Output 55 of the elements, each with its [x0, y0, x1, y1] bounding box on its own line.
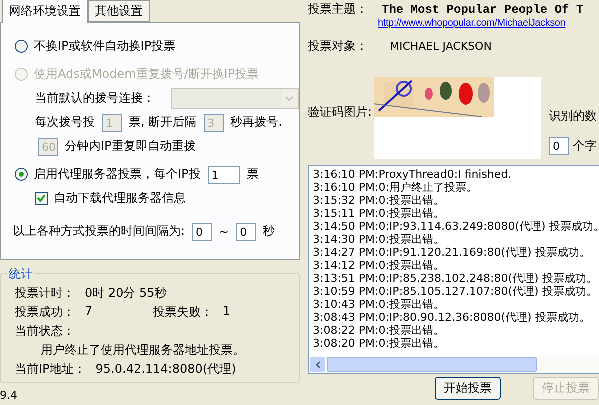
- version-text: 9.4: [0, 389, 18, 402]
- vote-button[interactable]: 开始投票: [435, 377, 501, 400]
- log-entry: 3:16:10 PM:ProxyThread0:I finished.: [313, 168, 513, 181]
- label: 以上各种方式投票的时间间隔为:: [13, 223, 186, 240]
- recognized-label: 识别的数: [549, 108, 598, 125]
- tab[interactable]: 其他设置: [88, 0, 150, 22]
- stat-label: 投票失败：: [153, 304, 213, 321]
- captcha-label: 验证码图片:: [308, 104, 372, 121]
- log-entry: 3:15:32 PM:0:投票出错。: [313, 194, 446, 207]
- log-entry: 3:14:30 PM:0:投票出错。: [313, 233, 446, 246]
- log-entry: 3:08:43 PM:0:IP:80.90.12.36:8080(代理) 投票成功。: [313, 311, 592, 324]
- log-entry: 3:14:50 PM:0:IP:93.114.63.249:8080(代理) 投票成功。: [313, 220, 599, 233]
- label: 票, 断开后隔: [129, 114, 197, 131]
- log-entry: 3:13:51 PM:0:IP:85.238.102.248:80(代理) 投票成功。: [313, 272, 598, 285]
- log-entry: 3:15:11 PM:0:投票出错。: [313, 207, 446, 220]
- label: 每次拨号投: [35, 114, 95, 131]
- label: 秒再拨号.: [230, 114, 282, 131]
- log-entry: 3:14:27 PM:0:IP:91.120.21.169:80(代理) 投票成功。: [313, 246, 592, 259]
- stat-value: 7: [85, 304, 93, 320]
- log-entry: 3:16:10 PM:0:用户终止了投票。: [313, 181, 478, 194]
- target-label: 投票对象：: [308, 38, 368, 55]
- radio-button[interactable]: 启用代理服务器投票，每个IP投: [15, 166, 201, 183]
- topic-label: 投票主题：: [308, 1, 368, 18]
- tab[interactable]: 网络环境设置: [2, 0, 88, 23]
- stat-label: 投票计时：: [15, 285, 75, 302]
- scrollbar[interactable]: [309, 356, 599, 373]
- target-name: MICHAEL JACKSON: [390, 40, 492, 53]
- label: 当前默认的拨号连接：: [35, 90, 155, 107]
- stat-value: 1: [223, 304, 231, 320]
- topic-title: The Most Popular People Of T: [382, 2, 584, 16]
- log-entry: 3:08:20 PM:0:投票出错。: [313, 337, 446, 350]
- label: 秒: [263, 223, 276, 240]
- count-label: 个字: [573, 138, 598, 154]
- log-entry: 3:10:43 PM:0:投票出错。: [313, 298, 446, 311]
- input-field[interactable]: 0: [236, 222, 256, 240]
- stat-label: 投票成功：: [15, 304, 75, 321]
- scroll-left-icon[interactable]: [310, 357, 325, 372]
- stat-value: 95.0.42.114:8080(代理): [96, 361, 236, 378]
- label: 分钟内IP重复即自动重拨: [65, 138, 196, 155]
- check-icon: [37, 194, 46, 203]
- stat-label: 当前状态：: [15, 323, 75, 340]
- checkbox[interactable]: 自动下载代理服务器信息: [35, 190, 186, 207]
- input-field[interactable]: 0: [549, 137, 570, 155]
- radio-button[interactable]: 不换IP或软件自动换IP投票: [15, 38, 176, 55]
- stat-label: 当前IP地址：: [15, 361, 86, 378]
- log-entry: 3:14:12 PM:0:投票出错。: [313, 259, 446, 272]
- label: ~: [219, 224, 230, 238]
- input-field[interactable]: 1: [208, 166, 240, 184]
- log-entry: 3:10:59 PM:0:IP:85.105.127.107:80(代理) 投票成功。: [313, 285, 598, 298]
- topic-link[interactable]: http://www.whopopular.com/MichaelJackson: [378, 18, 599, 29]
- label: 票: [246, 166, 259, 183]
- log-entry: 3:08:22 PM:0:投票出错。: [313, 324, 446, 337]
- status-text: 用户终止了使用代理服务器地址投票。: [41, 342, 245, 359]
- input-field[interactable]: 0: [192, 222, 212, 240]
- stat-value: 0时 20分 55秒: [85, 285, 167, 302]
